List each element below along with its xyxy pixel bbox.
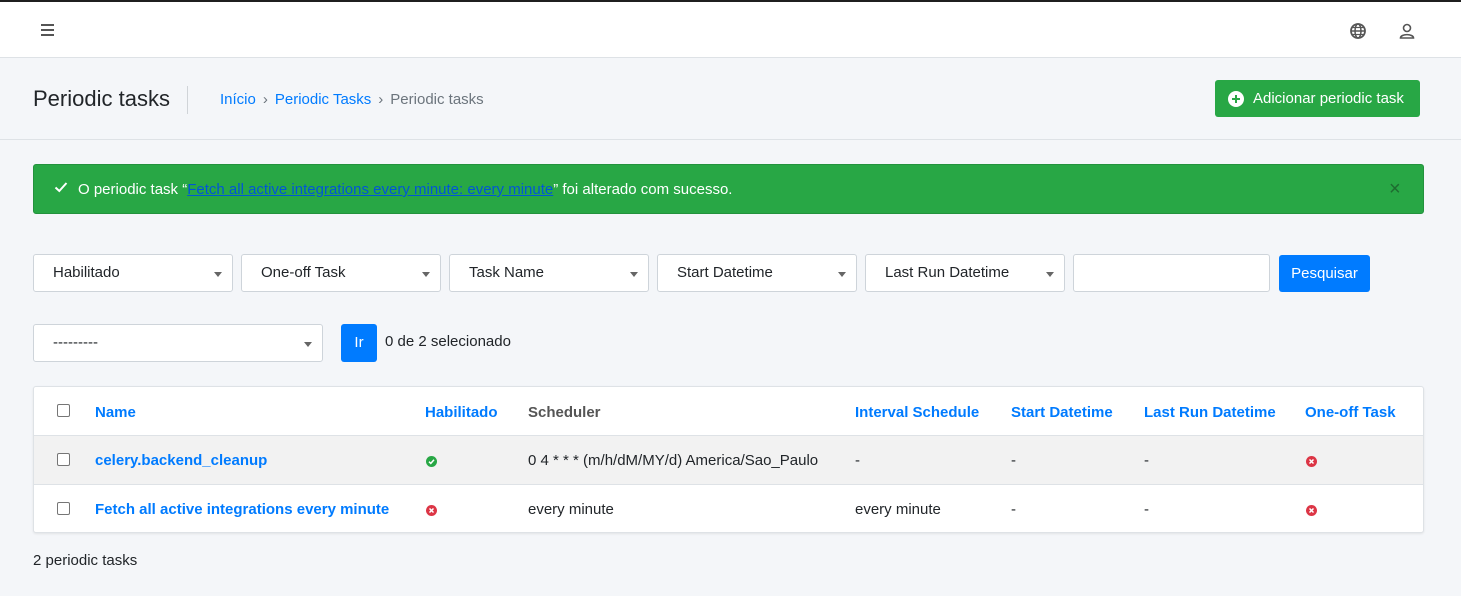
chevron-down-icon bbox=[630, 272, 638, 277]
go-button[interactable]: Ir bbox=[341, 324, 377, 362]
filter-last-run-datetime[interactable]: Last Run Datetime bbox=[865, 254, 1065, 292]
column-header-scheduler: Scheduler bbox=[528, 404, 601, 421]
start-datetime-value: - bbox=[1011, 501, 1016, 518]
add-button-label: Adicionar periodic task bbox=[1253, 90, 1404, 107]
breadcrumb-separator: › bbox=[378, 91, 384, 108]
chevron-down-icon bbox=[304, 342, 312, 347]
table-row: Fetch all active integrations every minu… bbox=[34, 484, 1423, 533]
filter-label: Start Datetime bbox=[677, 264, 773, 281]
chevron-down-icon bbox=[838, 272, 846, 277]
check-icon bbox=[54, 182, 68, 193]
row-checkbox[interactable] bbox=[57, 453, 70, 466]
search-input[interactable] bbox=[1073, 254, 1270, 292]
breadcrumb-periodic-tasks-app[interactable]: Periodic Tasks bbox=[275, 91, 371, 108]
breadcrumb: Início › Periodic Tasks › Periodic tasks bbox=[220, 91, 484, 108]
x-circle-icon bbox=[1306, 505, 1317, 516]
results-table: Name Habilitado Scheduler Interval Sched… bbox=[33, 386, 1424, 533]
action-select[interactable]: --------- bbox=[33, 324, 323, 362]
filter-habilitado[interactable]: Habilitado bbox=[33, 254, 233, 292]
hamburger-icon[interactable] bbox=[38, 20, 58, 40]
filter-label: Habilitado bbox=[53, 264, 120, 281]
last-run-value: - bbox=[1144, 452, 1149, 469]
check-circle-icon bbox=[426, 456, 437, 467]
scheduler-value: 0 4 * * * (m/h/dM/MY/d) America/Sao_Paul… bbox=[528, 452, 819, 469]
start-datetime-value: - bbox=[1011, 452, 1016, 469]
x-circle-icon bbox=[1306, 456, 1317, 467]
last-run-value: - bbox=[1144, 501, 1149, 518]
chevron-down-icon bbox=[214, 272, 222, 277]
task-name-link[interactable]: Fetch all active integrations every minu… bbox=[95, 501, 389, 518]
plus-circle-icon bbox=[1228, 91, 1244, 107]
column-header-name[interactable]: Name bbox=[95, 404, 136, 421]
filter-label: One-off Task bbox=[261, 264, 346, 281]
result-count: 2 periodic tasks bbox=[33, 552, 138, 569]
filter-task-name[interactable]: Task Name bbox=[449, 254, 649, 292]
column-header-last-run-datetime[interactable]: Last Run Datetime bbox=[1144, 404, 1276, 421]
filter-label: Task Name bbox=[469, 264, 545, 281]
selection-counter: 0 de 2 selecionado bbox=[385, 333, 511, 350]
x-circle-icon bbox=[426, 505, 437, 516]
column-header-start-datetime[interactable]: Start Datetime bbox=[1011, 404, 1113, 421]
filter-start-datetime[interactable]: Start Datetime bbox=[657, 254, 857, 292]
interval-value: - bbox=[855, 452, 860, 469]
column-header-interval-schedule[interactable]: Interval Schedule bbox=[855, 404, 979, 421]
user-icon[interactable] bbox=[1397, 21, 1417, 41]
scheduler-value: every minute bbox=[528, 501, 614, 518]
interval-value: every minute bbox=[855, 501, 941, 518]
table-row: celery.backend_cleanup 0 4 * * * (m/h/dM… bbox=[34, 435, 1423, 484]
alert-prefix: O periodic task “ bbox=[78, 181, 188, 198]
select-all-checkbox[interactable] bbox=[57, 404, 70, 417]
filter-label: Last Run Datetime bbox=[885, 264, 1010, 281]
breadcrumb-separator: › bbox=[262, 91, 268, 108]
alert-task-link[interactable]: Fetch all active integrations every minu… bbox=[187, 181, 553, 198]
chevron-down-icon bbox=[1046, 272, 1054, 277]
alert-suffix: ” foi alterado com sucesso. bbox=[553, 181, 733, 198]
action-selected-option: --------- bbox=[53, 334, 98, 351]
search-button[interactable]: Pesquisar bbox=[1279, 255, 1370, 292]
globe-icon[interactable] bbox=[1348, 21, 1368, 41]
column-header-one-off-task[interactable]: One-off Task bbox=[1305, 404, 1396, 421]
add-periodic-task-button[interactable]: Adicionar periodic task bbox=[1215, 80, 1420, 117]
success-alert: O periodic task “Fetch all active integr… bbox=[33, 164, 1424, 214]
alert-message: O periodic task “Fetch all active integr… bbox=[78, 181, 732, 198]
chevron-down-icon bbox=[422, 272, 430, 277]
breadcrumb-home[interactable]: Início bbox=[220, 91, 256, 108]
breadcrumb-current: Periodic tasks bbox=[390, 91, 484, 108]
content-header: Periodic tasks Início › Periodic Tasks › Per… bbox=[0, 58, 1461, 140]
column-header-habilitado[interactable]: Habilitado bbox=[425, 404, 498, 421]
filter-one-off-task[interactable]: One-off Task bbox=[241, 254, 441, 292]
title-divider bbox=[187, 86, 188, 114]
page-title: Periodic tasks bbox=[33, 86, 170, 111]
close-icon[interactable]: × bbox=[1389, 178, 1401, 201]
row-checkbox[interactable] bbox=[57, 502, 70, 515]
task-name-link[interactable]: celery.backend_cleanup bbox=[95, 452, 267, 469]
navbar bbox=[0, 2, 1461, 58]
